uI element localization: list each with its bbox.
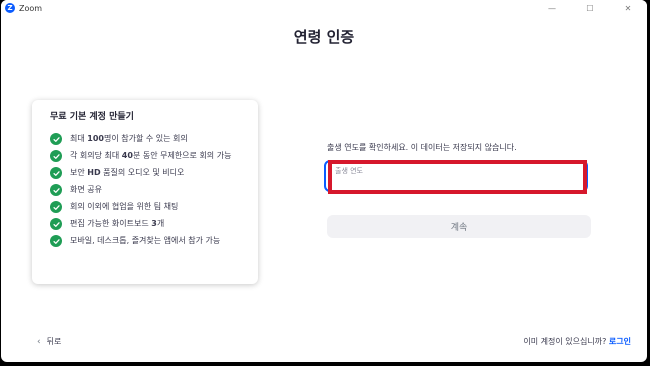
feature-text: 각 회의당 최대 40분 동안 무제한으로 회의 가능 xyxy=(70,150,231,161)
feature-item: 최대 100명이 참가할 수 있는 회의 xyxy=(50,133,250,145)
feature-text-post: 품질의 오디오 및 비디오 xyxy=(100,168,185,177)
feature-text-pre: 회의 이외에 협업을 위한 팀 채팅 xyxy=(70,202,179,211)
feature-text-pre: 편집 가능한 화이트보드 xyxy=(70,219,152,228)
feature-item: 모바일, 데스크톱, 즐겨찾는 앱에서 참가 가능 xyxy=(50,235,250,247)
check-circle-icon xyxy=(50,201,62,213)
back-link[interactable]: ‹ 뒤로 xyxy=(37,336,61,347)
check-circle-icon xyxy=(50,218,62,230)
feature-list: 최대 100명이 참가할 수 있는 회의각 회의당 최대 40분 동안 무제한으… xyxy=(50,133,250,252)
check-circle-icon xyxy=(50,150,62,162)
check-circle-icon xyxy=(50,167,62,179)
feature-text-pre: 모바일, 데스크톱, 즐겨찾는 앱에서 참가 가능 xyxy=(70,236,221,245)
free-account-card: 무료 기본 계정 만들기 최대 100명이 참가할 수 있는 회의각 회의당 최… xyxy=(32,100,258,284)
birth-year-input[interactable] xyxy=(335,167,575,175)
card-title: 무료 기본 계정 만들기 xyxy=(50,112,134,122)
feature-text: 회의 이외에 협업을 위한 팀 채팅 xyxy=(70,201,178,212)
close-button[interactable]: ✕ xyxy=(609,0,647,16)
window-controls: — ☐ ✕ xyxy=(533,0,647,16)
maximize-button[interactable]: ☐ xyxy=(571,0,609,16)
feature-text-bold: HD xyxy=(87,168,101,177)
continue-button[interactable]: 계속 xyxy=(327,215,591,238)
feature-text: 최대 100명이 참가할 수 있는 회의 xyxy=(70,133,188,144)
feature-text-post: 명이 참가할 수 있는 회의 xyxy=(103,134,188,143)
window-title: Zoom xyxy=(19,3,43,13)
feature-text-pre: 최대 xyxy=(70,134,88,143)
login-link[interactable]: 로그인 xyxy=(609,337,631,346)
feature-text-pre: 보안 xyxy=(70,168,88,177)
feature-text-bold: 40 xyxy=(121,151,133,160)
check-circle-icon xyxy=(50,184,62,196)
feature-item: 보안 HD 품질의 오디오 및 비디오 xyxy=(50,167,250,179)
login-prompt: 이미 계정이 있으십니까? 로그인 xyxy=(523,336,631,347)
account-prompt-text: 이미 계정이 있으십니까? xyxy=(523,337,607,346)
feature-text-pre: 각 회의당 최대 xyxy=(70,151,122,160)
feature-item: 편집 가능한 화이트보드 3개 xyxy=(50,218,250,230)
feature-text: 보안 HD 품질의 오디오 및 비디오 xyxy=(70,167,184,178)
feature-item: 화면 공유 xyxy=(50,184,250,196)
feature-text-pre: 화면 공유 xyxy=(70,185,102,194)
check-circle-icon xyxy=(50,133,62,145)
birth-year-prompt: 출생 연도를 확인하세요. 이 데이터는 저장되지 않습니다. xyxy=(327,143,517,152)
feature-text: 편집 가능한 화이트보드 3개 xyxy=(70,218,164,229)
page-title: 연령 인증 xyxy=(293,28,355,46)
feature-item: 회의 이외에 협업을 위한 팀 채팅 xyxy=(50,201,250,213)
back-label: 뒤로 xyxy=(46,337,62,346)
feature-text-bold: 100 xyxy=(87,134,104,143)
title-bar: Z Zoom — ☐ ✕ xyxy=(1,0,647,16)
birth-year-field[interactable] xyxy=(324,160,588,192)
zoom-window: Z Zoom — ☐ ✕ 연령 인증 무료 기본 계정 만들기 최대 100명이… xyxy=(1,0,647,362)
feature-text-post: 분 동안 무제한으로 회의 가능 xyxy=(132,151,232,160)
feature-text: 모바일, 데스크톱, 즐겨찾는 앱에서 참가 가능 xyxy=(70,235,220,246)
minimize-button[interactable]: — xyxy=(533,0,571,16)
feature-item: 각 회의당 최대 40분 동안 무제한으로 회의 가능 xyxy=(50,150,250,162)
feature-text-post: 개 xyxy=(156,219,165,228)
check-circle-icon xyxy=(50,235,62,247)
chevron-left-icon: ‹ xyxy=(37,336,41,347)
zoom-logo-icon: Z xyxy=(5,3,15,13)
feature-text: 화면 공유 xyxy=(70,184,102,195)
